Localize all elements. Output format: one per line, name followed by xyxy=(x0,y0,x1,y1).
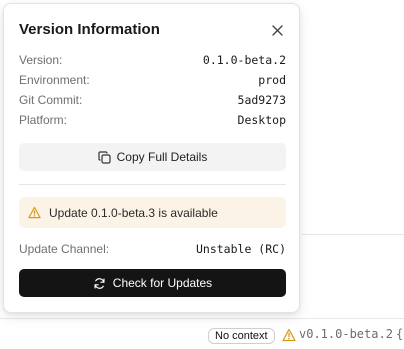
close-icon xyxy=(271,24,283,36)
check-for-updates-button[interactable]: Check for Updates xyxy=(19,269,286,297)
info-label: Environment: xyxy=(19,73,90,87)
background-panel xyxy=(302,0,404,349)
refresh-icon xyxy=(94,277,105,289)
update-available-banner: Update 0.1.0-beta.3 is available xyxy=(19,197,286,228)
copy-button-label: Copy Full Details xyxy=(116,150,208,164)
info-label: Version: xyxy=(19,53,63,67)
context-chip[interactable]: No context xyxy=(208,328,275,344)
info-value: 5ad9273 xyxy=(237,93,286,107)
copy-full-details-button[interactable]: Copy Full Details xyxy=(19,143,286,171)
info-row-version: Version: 0.1.0-beta.2 xyxy=(19,52,286,68)
info-value: Desktop xyxy=(237,113,286,127)
warning-icon xyxy=(282,328,296,342)
channel-label: Update Channel: xyxy=(19,242,110,256)
context-chip-label: No context xyxy=(215,330,268,342)
channel-value[interactable]: Unstable (RC) xyxy=(196,242,286,256)
info-row-environment: Environment: prod xyxy=(19,72,286,88)
close-button[interactable] xyxy=(269,22,285,38)
popover-title: Version Information xyxy=(19,21,160,38)
info-label: Git Commit: xyxy=(19,93,83,107)
background-divider xyxy=(302,234,404,235)
check-button-label: Check for Updates xyxy=(112,276,213,290)
status-version[interactable]: v0.1.0-beta.2 xyxy=(299,327,393,341)
status-extra-glyph: { xyxy=(396,327,404,341)
update-banner-text: Update 0.1.0-beta.3 is available xyxy=(49,205,218,220)
divider xyxy=(19,184,286,185)
warning-icon xyxy=(28,206,41,219)
info-value: 0.1.0-beta.2 xyxy=(202,53,286,67)
copy-icon xyxy=(98,150,111,164)
version-info-popover: Version Information Version: 0.1.0-beta.… xyxy=(3,3,300,313)
info-row-platform: Platform: Desktop xyxy=(19,112,286,128)
info-label: Platform: xyxy=(19,113,68,127)
info-value: prod xyxy=(258,73,286,87)
update-channel-row: Update Channel: Unstable (RC) xyxy=(19,241,286,257)
info-row-git-commit: Git Commit: 5ad9273 xyxy=(19,92,286,108)
